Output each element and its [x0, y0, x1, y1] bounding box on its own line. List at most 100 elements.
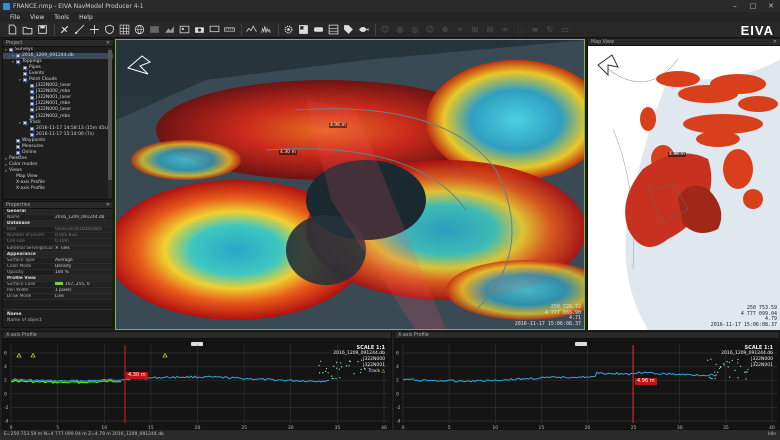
close-icon[interactable]: ✕: [773, 39, 777, 46]
visibility-checkbox[interactable]: [9, 48, 13, 53]
3d-terrain[interactable]: [116, 40, 585, 330]
circle-icon[interactable]: ◍: [394, 24, 406, 36]
sliders-icon[interactable]: ≡: [529, 24, 541, 36]
property-value[interactable]: 2016_1209_091244.db: [53, 215, 113, 221]
y-tick-label: 4: [4, 364, 7, 370]
profile-icon[interactable]: [245, 24, 257, 36]
point: [335, 378, 337, 380]
app-icon: [3, 2, 10, 10]
screen-icon[interactable]: [208, 24, 220, 36]
image-icon[interactable]: [178, 24, 190, 36]
spiral-icon[interactable]: ◌: [514, 24, 526, 36]
visibility-checkbox[interactable]: [30, 108, 34, 113]
waypoint-icon[interactable]: [88, 24, 100, 36]
property-value[interactable]: ✕ Tiles: [53, 245, 113, 251]
visibility-checkbox[interactable]: [16, 150, 20, 155]
new-file-icon[interactable]: [6, 24, 18, 36]
palette-icon[interactable]: [297, 24, 309, 36]
point: [714, 371, 716, 373]
satellite-icon[interactable]: [58, 24, 70, 36]
pipe-icon[interactable]: [312, 24, 324, 36]
point: [711, 378, 713, 380]
tree-icon[interactable]: ⊟: [484, 24, 496, 36]
x-axis-profile-right[interactable]: X-axis Profile 0 5 10 15 20 25 30 35 40 6 4 2 0 -2 -4 …: [394, 331, 780, 430]
link-icon[interactable]: ∞: [499, 24, 511, 36]
shield-icon[interactable]: [103, 24, 115, 36]
ruler-icon[interactable]: [223, 24, 235, 36]
folder-icon[interactable]: ▭: [559, 24, 571, 36]
minimize-icon[interactable]: –: [726, 2, 744, 10]
property-value[interactable]: 100 %: [53, 269, 113, 276]
menu-view[interactable]: View: [30, 14, 44, 21]
visibility-checkbox[interactable]: [16, 138, 20, 143]
property-value[interactable]: \\eiva.local\Data\Data: [53, 227, 113, 233]
layer-icon[interactable]: [148, 24, 160, 36]
visibility-checkbox[interactable]: [30, 84, 34, 89]
visibility-checkbox[interactable]: [30, 102, 34, 107]
spectrum-icon[interactable]: [260, 24, 272, 36]
globe-icon[interactable]: [133, 24, 145, 36]
smile-icon[interactable]: ☺: [379, 24, 391, 36]
face-icon[interactable]: ☺: [424, 24, 436, 36]
point: [745, 371, 747, 373]
visibility-checkbox[interactable]: [30, 126, 34, 131]
status-bar: E=250 753.59 m N=4 777 099.04 m Z=4.79 m…: [0, 430, 780, 440]
save-icon[interactable]: [36, 24, 48, 36]
3d-view[interactable]: 4.96 m 4.30 m 250 726.72 4 777 065.90 4.71…: [115, 39, 585, 330]
property-row[interactable]: Draw Mode Line: [3, 294, 113, 301]
property-value[interactable]: 0.10m: [53, 239, 113, 245]
property-value[interactable]: Average: [53, 257, 113, 263]
property-value[interactable]: Density: [53, 263, 113, 269]
vertical-scrollbar[interactable]: [108, 48, 112, 198]
menu-tools[interactable]: Tools: [54, 14, 69, 21]
property-value[interactable]: 1 pixels: [53, 288, 113, 294]
tree-item[interactable]: X-axis Profile: [3, 186, 113, 192]
menu-help[interactable]: Help: [79, 14, 93, 21]
visibility-checkbox[interactable]: [30, 90, 34, 95]
profile-line-cyan: [10, 375, 330, 383]
map-view[interactable]: Map View ✕ 4.96 m 250 753.59 4 777 099.0…: [587, 39, 780, 330]
arrow-icon[interactable]: ⊕: [439, 24, 451, 36]
visibility-checkbox[interactable]: [23, 120, 27, 125]
x-axis-profile-left[interactable]: X-axis Profile 0 5 10 15 20 25 30 35 40 6 4 2 0 -2 -4 …: [2, 331, 392, 430]
terrain-icon[interactable]: [163, 24, 175, 36]
property-value-text: \\eiva.local\Data\Data: [55, 227, 102, 233]
menu-file[interactable]: File: [10, 14, 20, 21]
table-icon[interactable]: [327, 24, 339, 36]
visibility-checkbox[interactable]: [23, 72, 27, 77]
xyz-icon[interactable]: ⌗: [454, 24, 466, 36]
profile-title: X-axis Profile: [395, 332, 779, 339]
y-tick-label: -4: [4, 419, 9, 425]
property-value[interactable]: 107, 255, 0: [53, 282, 113, 288]
visibility-checkbox[interactable]: [23, 78, 27, 83]
measure-icon[interactable]: [73, 24, 85, 36]
maximize-icon[interactable]: □: [744, 2, 762, 10]
visibility-checkbox[interactable]: [16, 54, 20, 59]
point: [332, 377, 334, 380]
visibility-checkbox[interactable]: [30, 114, 34, 119]
map-canvas[interactable]: [588, 39, 780, 330]
point: [744, 371, 746, 373]
grid-icon[interactable]: [118, 24, 130, 36]
property-key: General: [7, 209, 26, 214]
visibility-checkbox[interactable]: [30, 96, 34, 101]
fish-icon[interactable]: [357, 24, 369, 36]
camera-icon[interactable]: [193, 24, 205, 36]
close-icon[interactable]: ✕: [106, 202, 110, 209]
settings-icon[interactable]: [282, 24, 294, 36]
property-key: Surface Type: [7, 257, 35, 263]
tag-icon[interactable]: [342, 24, 354, 36]
visibility-checkbox[interactable]: [16, 60, 20, 65]
visibility-checkbox[interactable]: [30, 132, 34, 137]
target-icon[interactable]: ◎: [409, 24, 421, 36]
stack-icon[interactable]: ⊞: [469, 24, 481, 36]
open-folder-icon[interactable]: [21, 24, 33, 36]
visibility-checkbox[interactable]: [16, 144, 20, 149]
property-value[interactable]: Line: [53, 294, 113, 300]
property-value[interactable]: 0 001 833: [53, 233, 113, 239]
status-coordinates: E=250 753.59 m N=4 777 099.04 m Z=4.79 m…: [4, 432, 164, 437]
close-icon[interactable]: ✕: [106, 40, 110, 47]
visibility-checkbox[interactable]: [23, 66, 27, 71]
close-icon[interactable]: ✕: [762, 2, 780, 10]
refresh-icon[interactable]: ↻: [544, 24, 556, 36]
